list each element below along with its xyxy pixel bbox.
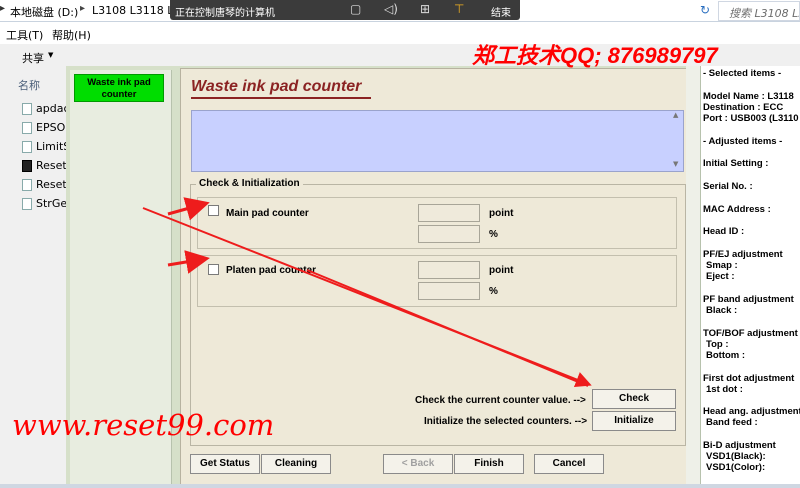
main-scrollbar[interactable] <box>686 66 700 488</box>
scroll-up-icon[interactable]: ▲ <box>673 111 678 119</box>
title-underline <box>191 97 371 99</box>
status-line: Head ID : <box>703 226 745 237</box>
main-pad-point-unit: point <box>489 208 514 219</box>
finish-button[interactable]: Finish <box>454 454 524 474</box>
breadcrumb-drive[interactable]: 本地磁盘 (D:) <box>10 4 78 20</box>
platen-pad-point-field <box>418 261 480 279</box>
check-hint: Check the current counter value. --> <box>415 395 586 406</box>
status-line: PF/EJ adjustment <box>703 249 783 260</box>
pin-icon[interactable]: ⊤ <box>454 2 464 16</box>
main-pad-point-field <box>418 204 480 222</box>
file-icon <box>22 122 32 134</box>
status-line: Top : <box>706 339 729 350</box>
file-icon <box>22 103 32 115</box>
status-line: Band feed : <box>706 417 758 428</box>
main-pad-percent-unit: % <box>489 229 498 240</box>
platen-pad-percent-field <box>418 282 480 300</box>
status-line: TOF/BOF adjustment <box>703 328 798 339</box>
watermark-site: www.reset99.com <box>12 408 275 442</box>
status-line: Bi-D adjustment <box>703 440 776 451</box>
status-line: VSD1(Color): <box>706 462 766 473</box>
status-line: Serial No. : <box>703 181 753 192</box>
list-item[interactable]: apdac <box>22 101 72 117</box>
window-icon[interactable]: ⊞ <box>420 2 430 16</box>
column-header-name[interactable]: 名称 <box>18 77 40 93</box>
list-item[interactable]: LimitS <box>22 139 72 155</box>
back-button[interactable]: < Back <box>383 454 453 474</box>
end-session-button[interactable]: 结束 <box>491 4 511 19</box>
status-line: Model Name : L3118 <box>703 91 794 102</box>
file-icon <box>22 198 32 210</box>
status-line: VSD1(Black): <box>706 451 766 462</box>
list-item[interactable]: Reset <box>22 177 72 193</box>
remote-control-toolbar: 正在控制唐琴的计算机 ▢ ◁) ⊞ ⊤ 结束 <box>170 0 520 20</box>
status-line: Black : <box>706 305 738 316</box>
cleaning-button[interactable]: Cleaning <box>261 454 331 474</box>
breadcrumb-folder[interactable]: L3108 L3118 L3 <box>92 4 180 17</box>
status-line: Head ang. adjustment <box>703 406 800 417</box>
status-line: Port : USB003 (L3110 S <box>703 113 800 124</box>
scroll-down-icon[interactable]: ▼ <box>673 160 678 168</box>
platen-pad-label: Platen pad counter <box>226 265 317 276</box>
status-line: Initial Setting : <box>703 158 769 169</box>
menu-help[interactable]: 帮助(H) <box>52 27 91 43</box>
cancel-button[interactable]: Cancel <box>534 454 604 474</box>
check-button[interactable]: Check <box>592 389 676 409</box>
status-line: Smap : <box>706 260 738 271</box>
watermark-qq: 郑工技术QQ; 876989797 <box>472 43 718 68</box>
file-icon <box>22 141 32 153</box>
main-pad-percent-field <box>418 225 480 243</box>
refresh-icon[interactable]: ↻ <box>700 3 710 17</box>
status-line: PF band adjustment <box>703 294 794 305</box>
chevron-right-icon: ▸ <box>80 3 86 14</box>
nav-waste-ink-pad-counter[interactable]: Waste ink pad counter <box>74 74 164 102</box>
app-icon <box>22 160 32 172</box>
platen-pad-checkbox[interactable] <box>208 264 219 275</box>
list-item[interactable]: StrGe <box>22 196 72 212</box>
platen-pad-percent-unit: % <box>489 286 498 297</box>
info-textbox[interactable] <box>191 110 684 172</box>
list-item[interactable]: Reset <box>22 158 72 174</box>
initialize-button[interactable]: Initialize <box>592 411 676 431</box>
main-pad-label: Main pad counter <box>226 208 309 219</box>
group-label: Check & Initialization <box>196 178 303 189</box>
platen-pad-point-unit: point <box>489 265 514 276</box>
chevron-right-icon: ▸ <box>0 3 6 14</box>
status-line: Eject : <box>706 271 735 282</box>
chevron-down-icon: ▼ <box>48 51 54 59</box>
search-placeholder: 搜索 L3108 L3 <box>729 7 799 20</box>
status-line: Destination : ECC <box>703 102 784 113</box>
main-pad-checkbox[interactable] <box>208 205 219 216</box>
get-status-button[interactable]: Get Status <box>190 454 260 474</box>
status-line: First dot adjustment <box>703 373 795 384</box>
speaker-icon[interactable]: ◁) <box>384 2 398 16</box>
remote-control-title: 正在控制唐琴的计算机 <box>175 8 275 19</box>
menu-tools[interactable]: 工具(T) <box>6 27 43 43</box>
status-line: MAC Address : <box>703 204 771 215</box>
list-item[interactable]: EPSO <box>22 120 72 136</box>
page-title: Waste ink pad counter <box>191 78 362 95</box>
search-input[interactable]: 搜索 L3108 L3 <box>718 1 800 21</box>
taskbar-strip <box>0 484 800 488</box>
initialize-hint: Initialize the selected counters. --> <box>424 416 588 427</box>
file-icon <box>22 179 32 191</box>
fullscreen-icon[interactable]: ▢ <box>350 2 361 16</box>
share-button[interactable]: 共享 <box>22 50 44 66</box>
status-line: - Adjusted items - <box>703 136 783 147</box>
status-line: 1st dot : <box>706 384 743 395</box>
status-line: Bottom : <box>706 350 746 361</box>
